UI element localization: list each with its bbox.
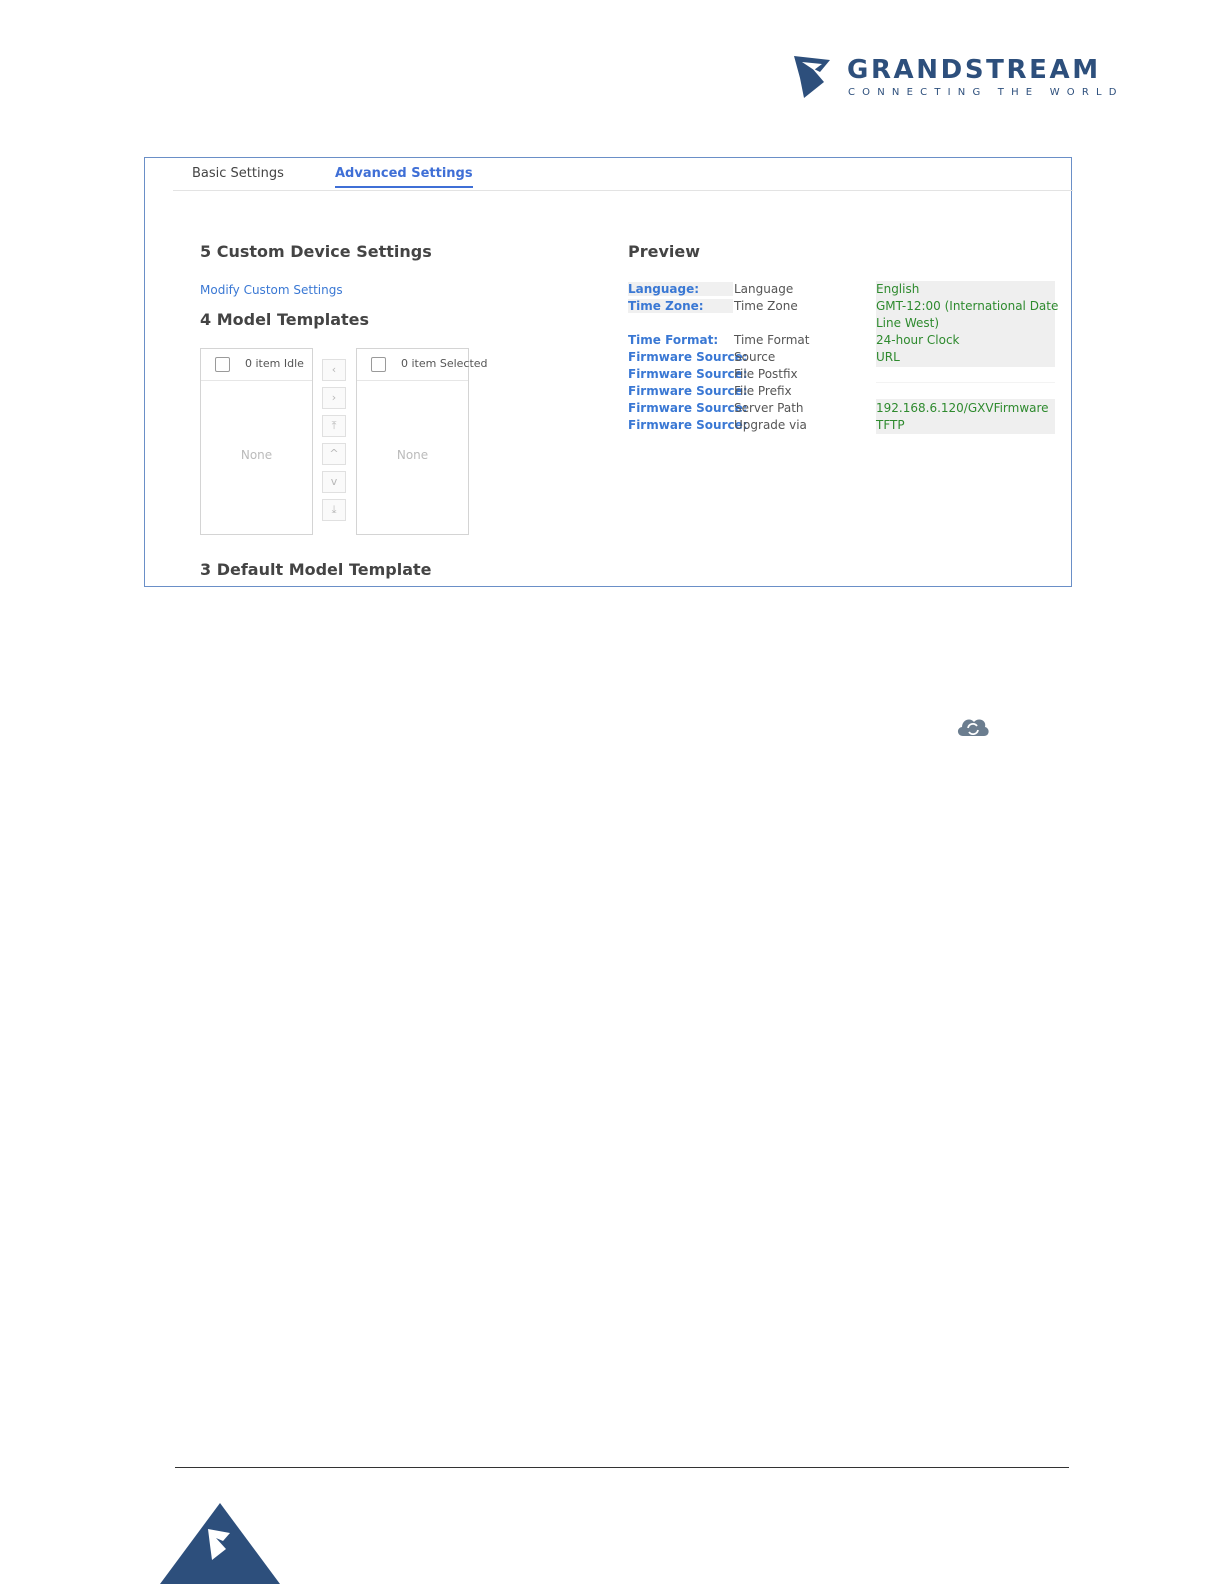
preview-field: Upgrade via bbox=[734, 418, 807, 432]
preview-value: Line West) bbox=[876, 316, 940, 330]
preview-key: Time Zone: bbox=[628, 299, 733, 313]
preview-key: Firmware Source: bbox=[628, 367, 748, 381]
preview-key: Time Format: bbox=[628, 333, 719, 347]
preview-field: Language bbox=[734, 282, 794, 296]
preview-value-bg-2 bbox=[876, 382, 1055, 383]
preview-field: Server Path bbox=[734, 401, 804, 415]
idle-list-title: 0 item Idle bbox=[245, 357, 304, 370]
move-right-button[interactable]: › bbox=[322, 387, 346, 409]
modify-custom-settings-link[interactable]: Modify Custom Settings bbox=[200, 283, 343, 297]
preview-field: File Prefix bbox=[734, 384, 792, 398]
tab-advanced-settings[interactable]: Advanced Settings bbox=[335, 166, 473, 188]
grandstream-corner-logo-icon bbox=[160, 1503, 280, 1584]
move-up-button[interactable]: ^ bbox=[322, 443, 346, 465]
footer-divider bbox=[175, 1467, 1069, 1468]
brand-name: GRANDSTREAM bbox=[847, 55, 1101, 85]
move-down-button[interactable]: v bbox=[322, 471, 346, 493]
tab-basic-settings[interactable]: Basic Settings bbox=[192, 166, 284, 186]
brand-tagline: CONNECTING THE WORLD bbox=[848, 87, 1124, 98]
model-templates-heading: 4 Model Templates bbox=[200, 310, 370, 329]
preview-key: Language: bbox=[628, 282, 733, 296]
move-top-button[interactable]: ⤒ bbox=[322, 415, 346, 437]
preview-field: Time Format bbox=[734, 333, 810, 347]
move-left-button[interactable]: ‹ bbox=[322, 359, 346, 381]
idle-list[interactable]: 0 item Idle None bbox=[200, 348, 313, 535]
preview-key: Firmware Source: bbox=[628, 350, 748, 364]
selected-list-header: 0 item Selected bbox=[357, 349, 488, 381]
preview-key: Firmware Source: bbox=[628, 418, 748, 432]
preview-field: Source bbox=[734, 350, 776, 364]
idle-select-all-checkbox[interactable] bbox=[215, 357, 230, 372]
preview-key: Firmware Source: bbox=[628, 384, 748, 398]
selected-list-empty: None bbox=[396, 448, 429, 462]
idle-list-header: 0 item Idle bbox=[201, 349, 312, 381]
preview-value: 24-hour Clock bbox=[876, 333, 960, 347]
preview-value: TFTP bbox=[876, 418, 905, 432]
preview-field: File Postfix bbox=[734, 367, 798, 381]
preview-field: Time Zone bbox=[734, 299, 798, 313]
selected-list-title: 0 item Selected bbox=[401, 357, 488, 370]
preview-value: URL bbox=[876, 350, 900, 364]
preview-value: 192.168.6.120/GXVFirmware bbox=[876, 401, 1049, 415]
cloud-sync-icon bbox=[957, 719, 989, 736]
preview-heading: Preview bbox=[628, 242, 701, 261]
idle-list-empty: None bbox=[240, 448, 273, 462]
selected-list[interactable]: 0 item Selected None bbox=[356, 348, 488, 535]
preview-key: Firmware Source: bbox=[628, 401, 748, 415]
move-bottom-button[interactable]: ⤓ bbox=[322, 499, 346, 521]
custom-settings-heading: 5 Custom Device Settings bbox=[200, 242, 432, 261]
default-template-heading: 3 Default Model Template bbox=[200, 560, 432, 579]
selected-select-all-checkbox[interactable] bbox=[371, 357, 386, 372]
grandstream-logo: GRANDSTREAM CONNECTING THE WORLD bbox=[790, 52, 1120, 104]
settings-panel: Basic Settings Advanced Settings 5 Custo… bbox=[144, 157, 1073, 587]
grandstream-swoosh-icon bbox=[794, 56, 830, 98]
preview-value: GMT-12:00 (International Date bbox=[876, 299, 1059, 313]
preview-value: English bbox=[876, 282, 920, 296]
tab-bar: Basic Settings Advanced Settings bbox=[173, 158, 1073, 191]
